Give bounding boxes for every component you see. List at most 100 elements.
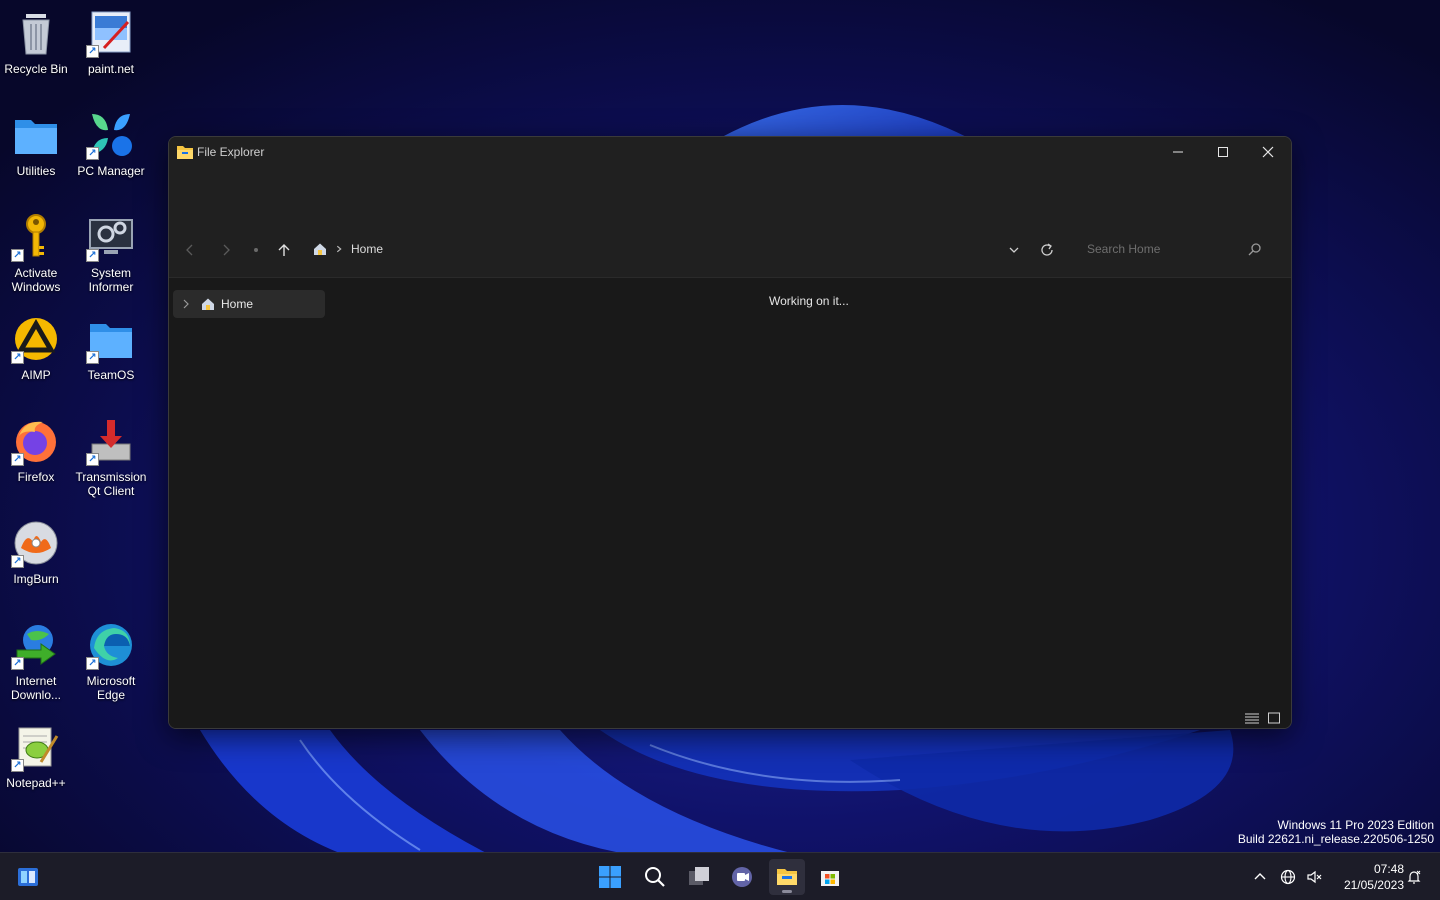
search-input[interactable]	[1077, 242, 1247, 256]
shortcut-arrow-icon: ↗	[86, 249, 99, 262]
close-icon	[1262, 146, 1274, 158]
file-explorer-taskbar-button[interactable]	[769, 859, 805, 895]
nav-pane-item-home[interactable]: Home	[173, 290, 325, 318]
desktop-icon-microsoft-edge[interactable]: ↗ Microsoft Edge	[75, 620, 147, 702]
microsoft-store-icon	[821, 871, 839, 886]
shortcut-arrow-icon: ↗	[86, 147, 99, 160]
teams-chat-icon	[732, 867, 752, 887]
back-button[interactable]	[179, 239, 201, 261]
navigation-bar: Home	[169, 229, 1291, 269]
desktop-icon-system-informer[interactable]: ↗ System Informer	[75, 212, 147, 294]
address-bar[interactable]: Home	[313, 237, 383, 261]
clock-date: 21/05/2023	[1343, 878, 1404, 892]
chevron-right-icon	[336, 245, 342, 253]
taskbar: 07:48 21/05/2023	[0, 852, 1440, 900]
desktop-icon-label: Internet Downlo...	[10, 674, 62, 702]
desktop-icon-label: Activate Windows	[11, 266, 61, 294]
watermark-edition: Windows 11 Pro 2023 Edition	[1277, 818, 1434, 832]
desktop-icon-imgburn[interactable]: ↗ ImgBurn	[0, 518, 72, 586]
notification-bell-icon[interactable]	[1406, 869, 1422, 885]
desktop-icon-notepadpp[interactable]: ↗ Notepad++	[0, 722, 72, 790]
start-button[interactable]	[592, 859, 628, 895]
task-view-icon	[689, 867, 709, 885]
desktop-icon-label: TeamOS	[87, 368, 135, 382]
window-title: File Explorer	[197, 145, 265, 159]
windows-edition-watermark: Windows 11 Pro 2023 Edition Build 22621.…	[1238, 818, 1434, 846]
forward-button[interactable]	[215, 239, 237, 261]
network-globe-icon[interactable]	[1280, 869, 1296, 885]
volume-muted-icon[interactable]	[1306, 869, 1322, 885]
desktop-icon-internet-download-manager[interactable]: ↗ Internet Downlo...	[0, 620, 72, 702]
content-area: Home Working on it...	[169, 277, 1291, 728]
up-arrow-icon	[278, 244, 290, 256]
desktop-icon-utilities[interactable]: Utilities	[0, 110, 72, 178]
minimize-icon	[1173, 151, 1183, 153]
search-icon	[645, 867, 665, 887]
desktop-icon-label: Firefox	[17, 470, 55, 484]
title-bar[interactable]: File Explorer Home Search Home	[169, 137, 1291, 277]
file-explorer-window[interactable]: File Explorer Home Search Home Home Work…	[168, 136, 1292, 729]
clock-time: 07:48	[1373, 862, 1404, 876]
desktop-icon-label: Transmission Qt Client	[75, 470, 147, 498]
widgets-icon	[18, 868, 38, 886]
desktop-icon-activate-windows[interactable]: ↗ Activate Windows	[0, 212, 72, 294]
up-button[interactable]	[273, 239, 295, 261]
desktop-icon-teamos[interactable]: ↗ TeamOS	[75, 314, 147, 382]
refresh-icon	[1041, 243, 1053, 256]
search-button[interactable]	[637, 859, 673, 895]
large-icons-view-icon[interactable]	[1267, 712, 1281, 724]
chevron-right-icon[interactable]	[181, 299, 191, 309]
recycle-bin-icon	[22, 14, 50, 55]
shortcut-arrow-icon: ↗	[86, 657, 99, 670]
teams-chat-button[interactable]	[724, 859, 760, 895]
desktop-icon-label: ImgBurn	[13, 572, 59, 586]
desktop-icon-label: paint.net	[87, 62, 135, 76]
back-arrow-icon	[186, 244, 193, 256]
desktop-icon-label: Utilities	[16, 164, 56, 178]
shortcut-arrow-icon: ↗	[11, 453, 24, 466]
refresh-button[interactable]	[1036, 239, 1058, 261]
desktop-icon-label: PC Manager	[77, 164, 145, 178]
dot-icon	[254, 248, 258, 252]
desktop-icon-label: Recycle Bin	[4, 62, 68, 76]
desktop-icon-paintnet[interactable]: ↗ paint.net	[75, 8, 147, 76]
shortcut-arrow-icon: ↗	[11, 759, 24, 772]
shortcut-arrow-icon: ↗	[11, 555, 24, 568]
recent-locations-button[interactable]	[245, 239, 267, 261]
maximize-button[interactable]	[1200, 137, 1246, 167]
windows-logo-icon	[599, 866, 621, 888]
search-icon[interactable]	[1247, 241, 1263, 257]
forward-arrow-icon	[223, 244, 230, 256]
view-toggle	[1245, 712, 1281, 724]
desktop-icon-firefox[interactable]: ↗ Firefox	[0, 416, 72, 484]
microsoft-store-button[interactable]	[812, 859, 848, 895]
folder-icon	[15, 120, 57, 154]
loading-status-text: Working on it...	[769, 294, 849, 308]
nav-pane-item-label: Home	[221, 297, 254, 311]
file-explorer-icon	[777, 869, 797, 885]
file-explorer-icon	[177, 146, 193, 159]
task-view-button[interactable]	[681, 859, 717, 895]
maximize-icon	[1218, 147, 1228, 157]
widgets-button[interactable]	[10, 859, 46, 895]
close-button[interactable]	[1245, 137, 1291, 167]
desktop-icon-label: System Informer	[88, 266, 134, 294]
shortcut-arrow-icon: ↗	[86, 351, 99, 364]
address-history-dropdown[interactable]	[1003, 239, 1025, 261]
navigation-pane: Home	[169, 278, 329, 728]
shortcut-arrow-icon: ↗	[11, 249, 24, 262]
desktop-icon-pc-manager[interactable]: ↗ PC Manager	[75, 110, 147, 178]
desktop-icon-recycle-bin[interactable]: Recycle Bin	[0, 8, 72, 76]
show-hidden-icons-chevron-icon[interactable]	[1252, 869, 1268, 885]
home-icon	[202, 298, 214, 310]
desktop-icon-transmission[interactable]: ↗ Transmission Qt Client	[75, 416, 147, 498]
desktop-icon-label: Microsoft Edge	[86, 674, 136, 702]
search-box[interactable]	[1077, 235, 1275, 263]
minimize-button[interactable]	[1155, 137, 1201, 167]
desktop-icon-aimp[interactable]: ↗ AIMP	[0, 314, 72, 382]
system-clock[interactable]: 07:48 21/05/2023	[1330, 861, 1404, 893]
home-icon	[314, 243, 326, 255]
details-view-icon[interactable]	[1245, 712, 1259, 724]
breadcrumb-home[interactable]: Home	[351, 242, 383, 256]
shortcut-arrow-icon: ↗	[86, 453, 99, 466]
